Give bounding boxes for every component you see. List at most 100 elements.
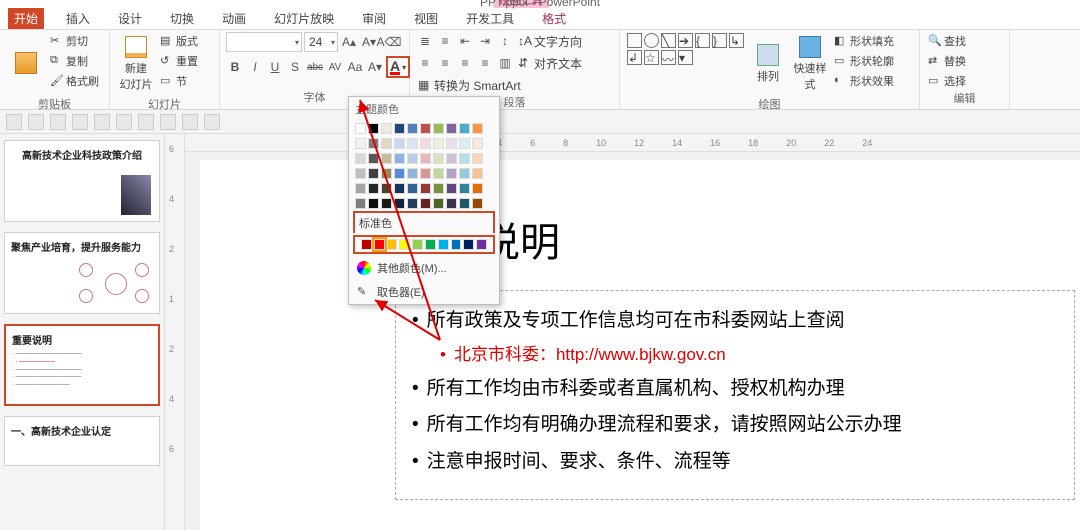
tab-home[interactable]: 开始 [8,8,44,29]
color-swatch[interactable] [412,239,423,250]
color-swatch[interactable] [355,123,366,134]
tab-view[interactable]: 视图 [408,8,444,29]
tab-review[interactable]: 审阅 [356,8,392,29]
tab-design[interactable]: 设计 [112,8,148,29]
replace-button[interactable]: ⇄替换 [926,52,968,70]
thumb-title: 聚焦产业培育，提升服务能力 [11,239,153,254]
new-slide-button[interactable]: 新建 幻灯片 [116,32,156,96]
color-swatch[interactable] [446,123,457,134]
slide-thumb-3[interactable]: 重要说明 · ——————————— · ——————· ———————————… [4,324,160,406]
bold-button[interactable]: B [226,58,244,76]
align-left-button[interactable]: ≡ [416,54,434,72]
tab-animations[interactable]: 动画 [216,8,252,29]
color-swatch[interactable] [381,123,392,134]
color-swatch[interactable] [451,239,462,250]
font-color-button[interactable]: A▾ [386,56,410,78]
shape-effects-button[interactable]: ◐形状效果 [832,72,896,90]
qat-3[interactable] [50,114,66,130]
align-center-button[interactable]: ≡ [436,54,454,72]
strike-button[interactable]: abc [306,58,324,76]
slide-canvas[interactable]: 说明 所有政策及专项工作信息均可在市科委网站上查阅 北京市科委：http://w… [200,160,1080,530]
tab-transitions[interactable]: 切换 [164,8,200,29]
bullet-item[interactable]: 所有工作均由市科委或者直属机构、授权机构办理 [412,371,1058,407]
color-swatch[interactable] [368,123,379,134]
color-swatch[interactable] [387,239,398,250]
text-placeholder[interactable]: 所有政策及专项工作信息均可在市科委网站上查阅 北京市科委：http://www.… [395,290,1075,500]
color-swatch[interactable] [361,239,372,250]
color-swatch[interactable] [420,123,431,134]
standard-color-row [353,235,495,254]
qat-9[interactable] [182,114,198,130]
shadow-button[interactable]: S [286,58,304,76]
bullet-item[interactable]: 所有政策及专项工作信息均可在市科委网站上查阅 [412,303,1058,339]
shrink-font-button[interactable]: A▾ [360,33,378,51]
color-swatch-red[interactable] [374,239,385,250]
find-button[interactable]: 🔍查找 [926,32,968,50]
shapes-gallery[interactable]: ╲ ➔ { } ↳ ↲ ☆ 〰 ▾ [626,32,746,66]
qat-8[interactable] [160,114,176,130]
qat-2[interactable] [28,114,44,130]
columns-button[interactable]: ▥ [496,54,514,72]
change-case-button[interactable]: Aa [346,58,364,76]
tab-slideshow[interactable]: 幻灯片放映 [268,8,340,29]
qat-5[interactable] [94,114,110,130]
slide-thumb-4[interactable]: 一、高新技术企业认定 [4,416,160,466]
eyedropper-menuitem[interactable]: ✎ 取色器(E) [349,280,499,304]
thumbnail-pane[interactable]: 高新技术企业科技政策介绍 聚焦产业培育，提升服务能力 重要说明 · ——————… [0,134,165,530]
numbering-button[interactable]: ≡ [436,32,454,50]
bullet-item[interactable]: 注意申报时间、要求、条件、流程等 [412,444,1058,480]
copy-button[interactable]: ⧉复制 [48,52,101,70]
text-direction-button[interactable]: ↕A文字方向 [516,32,584,50]
color-swatch[interactable] [394,123,405,134]
color-swatch[interactable] [476,239,487,250]
bullet-sub-item[interactable]: 北京市科委：http://www.bjkw.gov.cn [412,339,1058,371]
qat-4[interactable] [72,114,88,130]
grow-font-button[interactable]: A▴ [340,33,358,51]
slide-thumb-2[interactable]: 聚焦产业培育，提升服务能力 [4,232,160,314]
qat-6[interactable] [116,114,132,130]
bullet-item[interactable]: 所有工作均有明确办理流程和要求，请按照网站公示办理 [412,407,1058,443]
justify-button[interactable]: ≡ [476,54,494,72]
reset-button[interactable]: ↺重置 [158,52,200,70]
qat-7[interactable] [138,114,154,130]
quick-styles-button[interactable]: 快速样式 [790,32,830,96]
underline-button[interactable]: U [266,58,284,76]
slide-thumb-1[interactable]: 高新技术企业科技政策介绍 [4,140,160,222]
shape-fill-button[interactable]: ◧形状填充 [832,32,896,50]
indent-inc-button[interactable]: ⇥ [476,32,494,50]
line-spacing-button[interactable]: ↕ [496,32,514,50]
cut-button[interactable]: ✂剪切 [48,32,101,50]
italic-button[interactable]: I [246,58,264,76]
font-family-combo[interactable]: ▾ [226,32,302,52]
indent-dec-button[interactable]: ⇤ [456,32,474,50]
color-swatch[interactable] [459,123,470,134]
color-swatch[interactable] [399,239,410,250]
tab-developer[interactable]: 开发工具 [460,8,520,29]
char-spacing-button[interactable]: AV [326,58,344,76]
color-swatch[interactable] [407,123,418,134]
color-swatch[interactable] [438,239,449,250]
more-colors-menuitem[interactable]: 其他颜色(M)... [349,256,499,280]
arrange-button[interactable]: 排列 [748,32,788,96]
align-text-button[interactable]: ⇵对齐文本 [516,54,584,72]
highlight-button[interactable]: A▾ [366,58,384,76]
color-swatch[interactable] [433,123,444,134]
qat-10[interactable] [204,114,220,130]
bullets-button[interactable]: ≣ [416,32,434,50]
align-right-button[interactable]: ≡ [456,54,474,72]
clear-format-button[interactable]: A⌫ [380,33,398,51]
color-swatch[interactable] [463,239,474,250]
tab-insert[interactable]: 插入 [60,8,96,29]
color-swatch[interactable] [425,239,436,250]
color-swatch[interactable] [472,123,483,134]
paste-button[interactable] [6,32,46,96]
smartart-button[interactable]: ▦转换为 SmartArt [416,76,523,94]
tab-format[interactable]: 格式 [536,8,572,29]
section-button[interactable]: ▭节 [158,72,200,90]
select-button[interactable]: ▭选择 [926,72,968,90]
qat-1[interactable] [6,114,22,130]
shape-outline-button[interactable]: ▭形状轮廓 [832,52,896,70]
format-painter-button[interactable]: 🖌格式刷 [48,72,101,90]
layout-button[interactable]: ▤版式 [158,32,200,50]
font-size-combo[interactable]: 24▾ [304,32,338,52]
